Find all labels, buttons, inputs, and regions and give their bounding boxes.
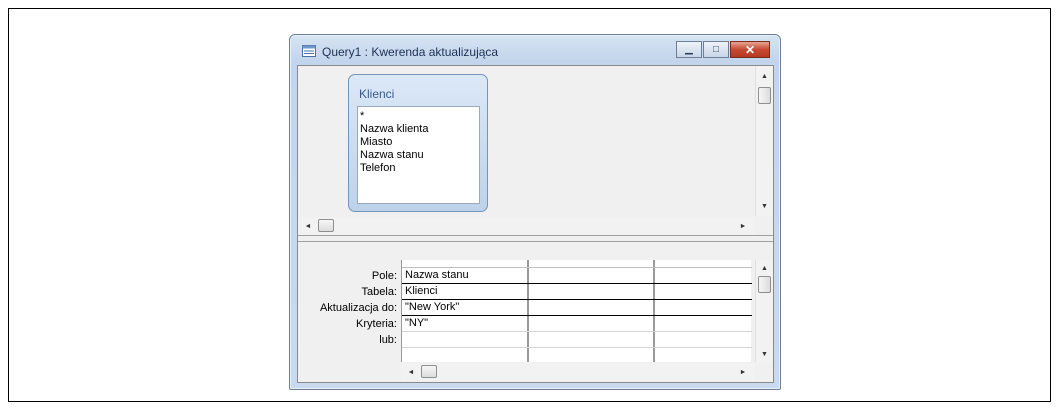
scroll-down-arrow-icon[interactable]: ▼	[756, 198, 773, 214]
grid-horizontal-scrollbar[interactable]: ◄ ►	[401, 363, 755, 381]
maximize-button[interactable]: □	[703, 41, 729, 58]
query-icon	[302, 45, 316, 57]
upper-vertical-scrollbar[interactable]: ▲ ▼	[755, 66, 773, 216]
grid-row-tabela: Klienci	[402, 284, 752, 300]
grid-vertical-scrollbar[interactable]: ▲ ▼	[755, 260, 773, 362]
grid-cell[interactable]	[529, 284, 653, 300]
scroll-left-arrow-icon[interactable]: ◄	[300, 217, 316, 235]
row-label-tabela: Tabela:	[361, 286, 397, 298]
grid-row-pole: Nazwa stanu	[402, 268, 752, 284]
scroll-right-arrow-icon[interactable]: ►	[735, 217, 751, 235]
grid-cell[interactable]	[655, 316, 752, 332]
scroll-down-arrow-icon[interactable]: ▼	[756, 346, 773, 362]
field-item[interactable]: Nazwa stanu	[360, 149, 477, 162]
grid-cell[interactable]	[655, 268, 752, 284]
scroll-thumb[interactable]	[758, 276, 771, 293]
grid-cell[interactable]: "New York"	[402, 300, 527, 316]
grid-cell[interactable]: Klienci	[402, 284, 527, 300]
grid-cell[interactable]	[529, 332, 653, 348]
scroll-thumb[interactable]	[421, 365, 437, 378]
row-label-aktualizacja: Aktualizacja do:	[319, 302, 397, 314]
close-button[interactable]: ✕	[730, 41, 770, 58]
scroll-thumb[interactable]	[318, 219, 334, 232]
field-item[interactable]: Miasto	[360, 136, 477, 149]
maximize-icon: □	[712, 44, 720, 55]
grid-row-aktualizacja: "New York"	[402, 300, 752, 316]
query-client-area: Klienci * Nazwa klienta Miasto Nazwa sta…	[297, 65, 774, 383]
grid-cell[interactable]	[655, 332, 752, 348]
grid-cell[interactable]: Nazwa stanu	[402, 268, 527, 284]
grid-cell[interactable]	[529, 268, 653, 284]
grid-row-kryteria: "NY"	[402, 316, 752, 332]
row-label-kryteria: Kryteria:	[356, 318, 397, 330]
scroll-right-arrow-icon[interactable]: ►	[735, 363, 751, 381]
scroll-left-arrow-icon[interactable]: ◄	[403, 363, 419, 381]
grid-cell[interactable]	[655, 300, 752, 316]
field-list[interactable]: * Nazwa klienta Miasto Nazwa stanu Telef…	[357, 106, 480, 204]
grid-cell[interactable]	[529, 300, 653, 316]
minimize-button[interactable]: ▁	[676, 41, 702, 58]
column-selector-row[interactable]	[402, 260, 752, 268]
grid-cell[interactable]	[655, 284, 752, 300]
scroll-thumb[interactable]	[758, 87, 771, 104]
row-label-pole: Pole:	[371, 270, 397, 282]
design-grid-pane: Pole: Tabela: Aktualizacja do: Kryteria:…	[298, 242, 773, 382]
title-bar[interactable]: Query1 : Kwerenda aktualizująca ▁ □ ✕	[290, 35, 780, 65]
close-icon: ✕	[744, 42, 756, 57]
scroll-up-arrow-icon[interactable]: ▲	[756, 68, 773, 84]
grid-row-labels: Pole: Tabela: Aktualizacja do: Kryteria:…	[298, 268, 400, 348]
query-window: Query1 : Kwerenda aktualizująca ▁ □ ✕ Kl…	[289, 34, 781, 390]
minimize-icon: ▁	[685, 44, 693, 55]
field-item[interactable]: Nazwa klienta	[360, 123, 477, 136]
grid-cell[interactable]: "NY"	[402, 316, 527, 332]
grid-cell[interactable]	[402, 332, 527, 348]
field-item[interactable]: *	[360, 110, 477, 123]
field-item[interactable]: Telefon	[360, 162, 477, 175]
row-label-lub: lub:	[379, 334, 397, 346]
table-pane[interactable]: Klienci * Nazwa klienta Miasto Nazwa sta…	[298, 66, 773, 235]
table-box-klienci[interactable]: Klienci * Nazwa klienta Miasto Nazwa sta…	[348, 74, 488, 212]
scroll-up-arrow-icon[interactable]: ▲	[756, 260, 773, 276]
upper-horizontal-scrollbar[interactable]: ◄ ►	[298, 217, 755, 235]
table-name: Klienci	[359, 87, 395, 101]
grid-cell[interactable]	[529, 316, 653, 332]
window-title: Query1 : Kwerenda aktualizująca	[322, 45, 499, 59]
design-grid[interactable]: Nazwa stanu Klienci "New York" "NY"	[401, 260, 752, 362]
pane-splitter[interactable]	[298, 235, 773, 242]
grid-row-lub	[402, 332, 752, 348]
